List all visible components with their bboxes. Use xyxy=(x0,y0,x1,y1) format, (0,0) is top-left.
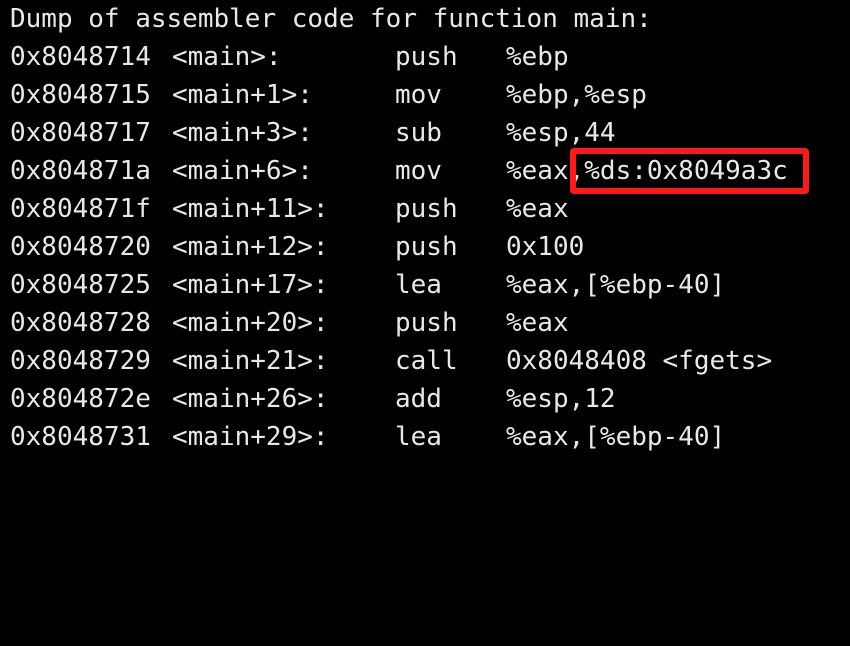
instruction-operands: %ebp xyxy=(506,42,569,72)
instruction-address: 0x8048715 xyxy=(10,80,151,110)
instruction-address: 0x804871a xyxy=(10,156,151,186)
instruction-symbol: <main+20>: xyxy=(172,308,329,338)
instruction-operands: %eax xyxy=(506,194,569,224)
disassembly-row: 0x804872e <main+26>: add %esp,12 xyxy=(10,380,616,418)
instruction-operands: %ebp,%esp xyxy=(506,80,647,110)
disassembly-row: 0x8048728 <main+20>: push %eax xyxy=(10,304,569,342)
instruction-symbol: <main+1>: xyxy=(172,80,313,110)
instruction-operands: 0x100 xyxy=(506,232,585,262)
instruction-address: 0x804871f xyxy=(10,194,151,224)
instruction-mnemonic: lea xyxy=(395,422,442,452)
instruction-mnemonic: push xyxy=(395,232,458,262)
instruction-address: 0x8048714 xyxy=(10,42,151,72)
disassembly-row: 0x8048720 <main+12>: push 0x100 xyxy=(10,228,584,266)
instruction-operands: 0x8048408 <fgets> xyxy=(506,346,773,376)
disassembly-header: Dump of assembler code for function main… xyxy=(10,4,652,34)
instruction-address: 0x8048728 xyxy=(10,308,151,338)
instruction-symbol: <main+21>: xyxy=(172,346,329,376)
instruction-symbol: <main+11>: xyxy=(172,194,329,224)
instruction-mnemonic: push xyxy=(395,42,458,72)
instruction-address: 0x8048729 xyxy=(10,346,151,376)
instruction-operands: %esp,12 xyxy=(506,384,616,414)
disassembly-row: 0x8048714 <main>: push %ebp xyxy=(10,38,569,76)
instruction-address: 0x8048725 xyxy=(10,270,151,300)
instruction-symbol: <main>: xyxy=(172,42,282,72)
instruction-symbol: <main+6>: xyxy=(172,156,313,186)
instruction-mnemonic: mov xyxy=(395,80,442,110)
instruction-operands: %esp,44 xyxy=(506,118,616,148)
instruction-address: 0x804872e xyxy=(10,384,151,414)
instruction-mnemonic: mov xyxy=(395,156,442,186)
instruction-mnemonic: push xyxy=(395,194,458,224)
instruction-operands: %eax,[%ebp-40] xyxy=(506,270,726,300)
instruction-symbol: <main+26>: xyxy=(172,384,329,414)
disassembly-row: 0x8048731 <main+29>: lea %eax,[%ebp-40] xyxy=(10,418,725,456)
instruction-mnemonic: push xyxy=(395,308,458,338)
disassembly-row: 0x8048725 <main+17>: lea %eax,[%ebp-40] xyxy=(10,266,725,304)
instruction-mnemonic: lea xyxy=(395,270,442,300)
instruction-symbol: <main+17>: xyxy=(172,270,329,300)
instruction-address: 0x8048717 xyxy=(10,118,151,148)
instruction-address: 0x8048720 xyxy=(10,232,151,262)
instruction-operands: %eax xyxy=(506,308,569,338)
instruction-mnemonic: add xyxy=(395,384,442,414)
instruction-mnemonic: sub xyxy=(395,118,442,148)
disassembly-row: 0x804871a <main+6>: mov %eax,%ds:0x8049a… xyxy=(10,152,788,190)
disassembly-row: 0x8048715 <main+1>: mov %ebp,%esp xyxy=(10,76,647,114)
instruction-symbol: <main+29>: xyxy=(172,422,329,452)
instruction-symbol: <main+3>: xyxy=(172,118,313,148)
disassembly-row: 0x8048729 <main+21>: call 0x8048408 <fge… xyxy=(10,342,772,380)
terminal-window[interactable]: Dump of assembler code for function main… xyxy=(0,0,850,466)
operand-highlight-box xyxy=(570,148,809,194)
instruction-mnemonic: call xyxy=(395,346,458,376)
instruction-operands: %eax,[%ebp-40] xyxy=(506,422,726,452)
disassembly-row: 0x8048717 <main+3>: sub %esp,44 xyxy=(10,114,616,152)
instruction-symbol: <main+12>: xyxy=(172,232,329,262)
instruction-address: 0x8048731 xyxy=(10,422,151,452)
disassembly-row: 0x804871f <main+11>: push %eax xyxy=(10,190,569,228)
